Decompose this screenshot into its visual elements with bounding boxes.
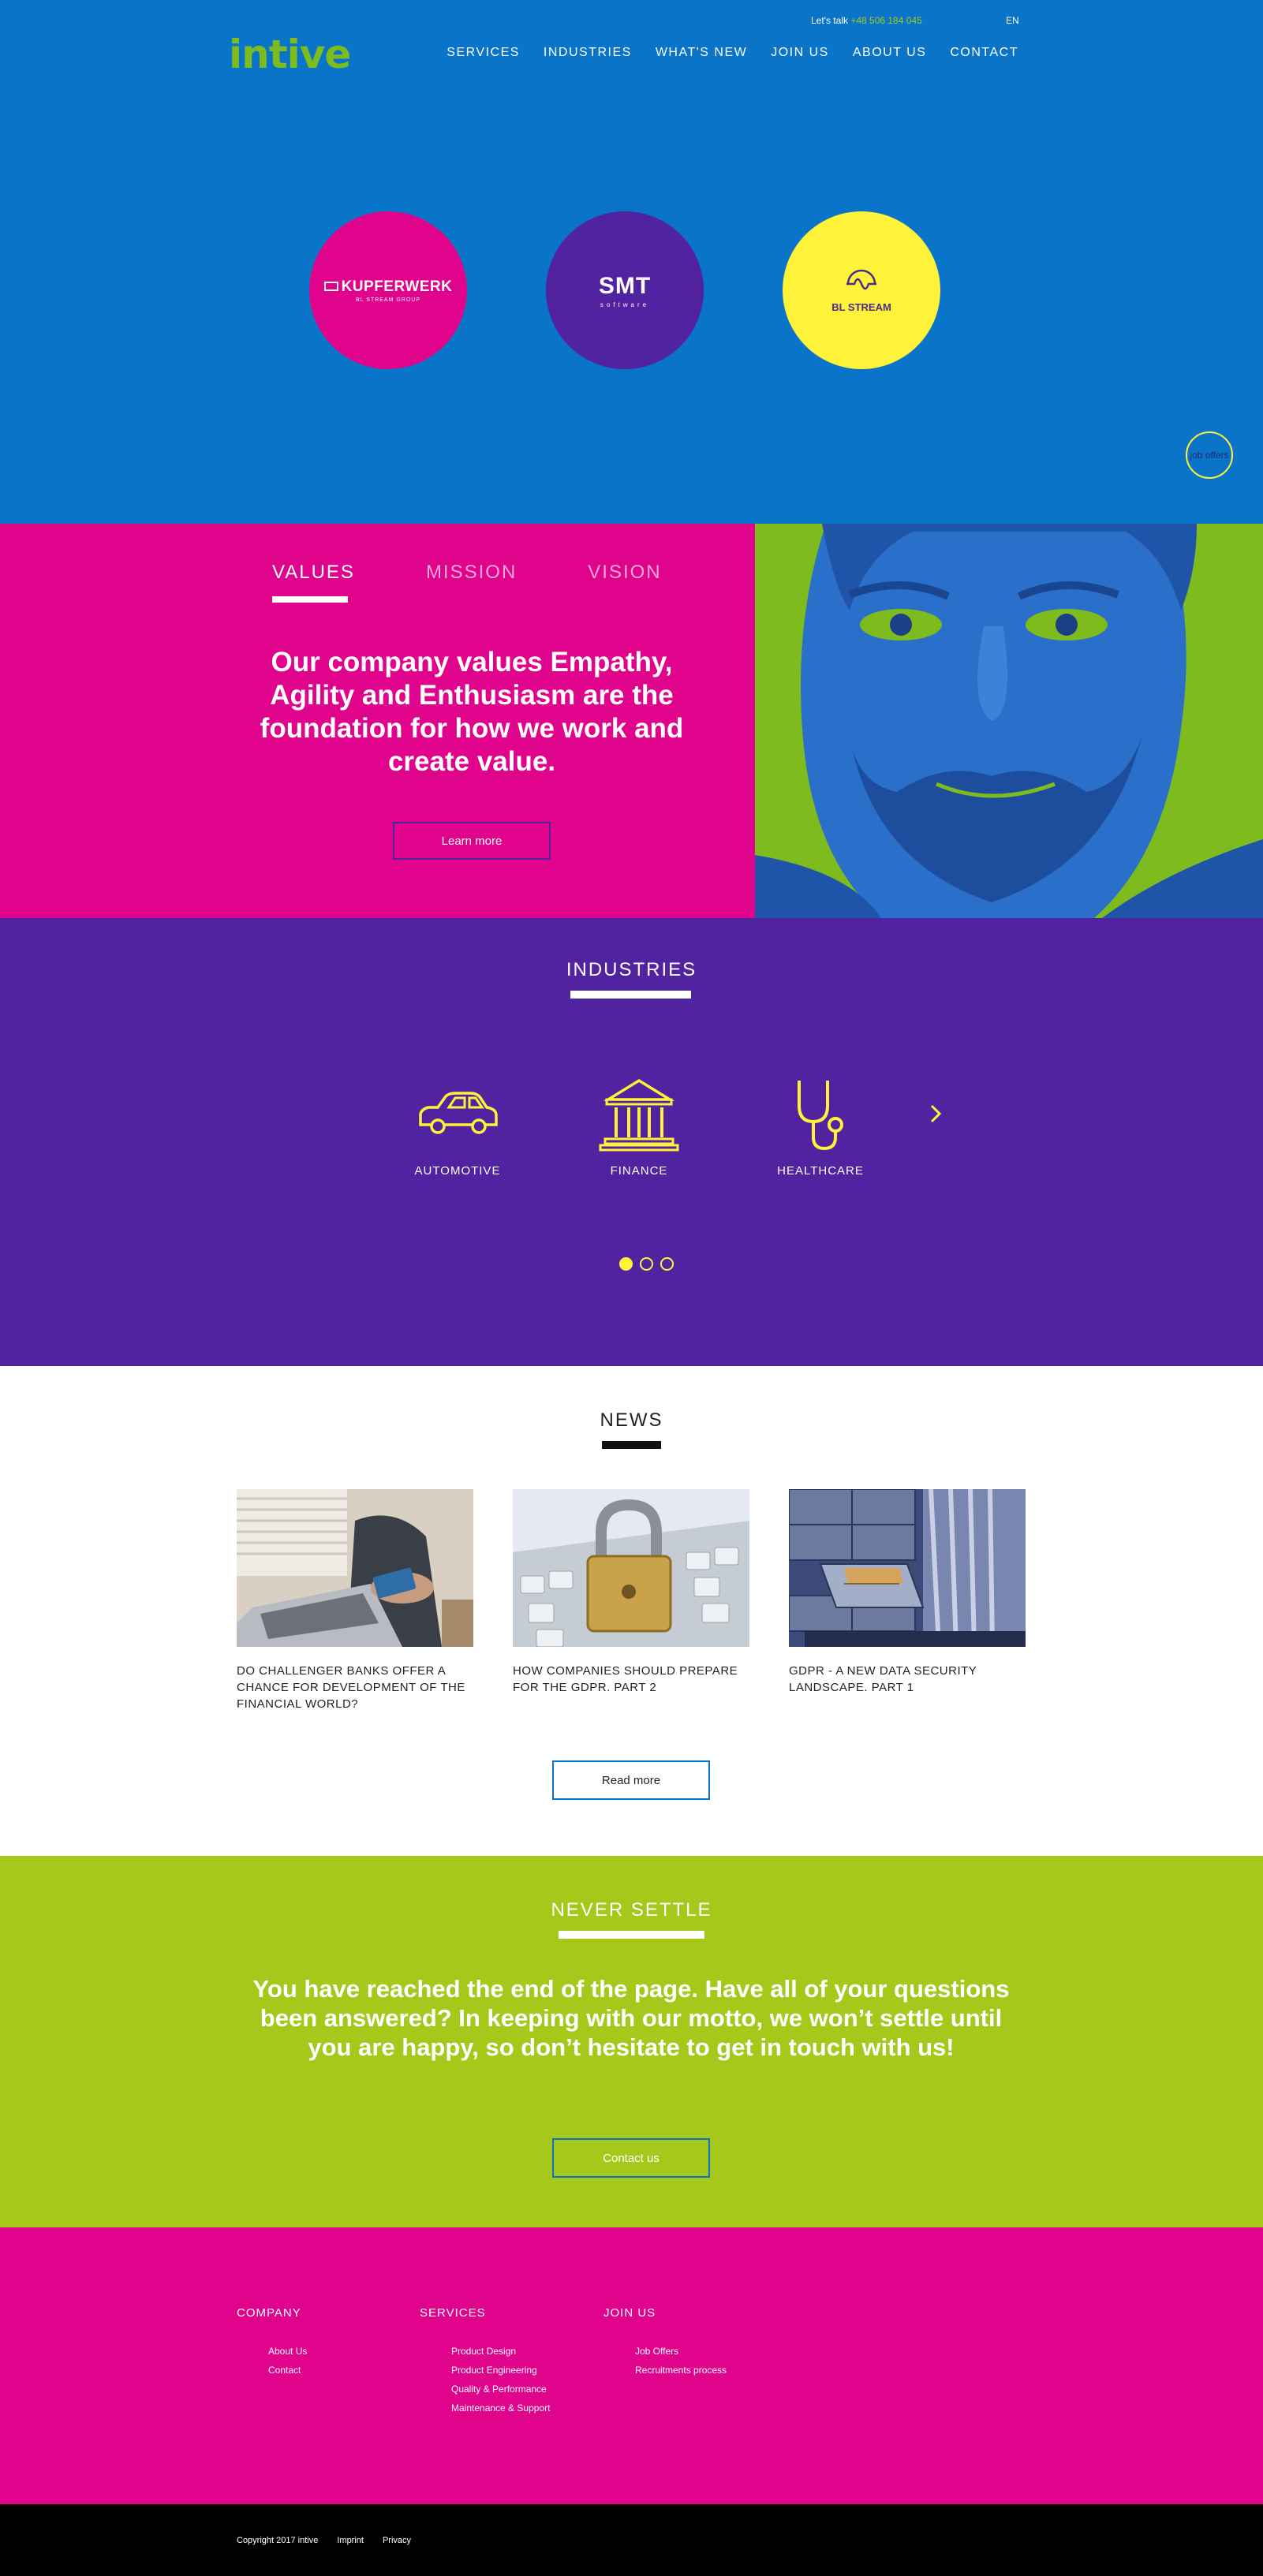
nav-join-us[interactable]: JOIN US	[771, 46, 829, 60]
bank-icon	[599, 1078, 679, 1152]
footer-heading: SERVICES	[420, 2306, 486, 2320]
industry-label: FINANCE	[610, 1164, 668, 1178]
industries-carousel: AUTOMOTIVE FINANCE HEALTHCARE	[398, 1076, 880, 1178]
news-title-link[interactable]: HOW COMPANIES SHOULD PREPARE FOR THE GDP…	[513, 1663, 749, 1696]
stethoscope-icon	[798, 1081, 843, 1151]
news-title: NEWS	[600, 1409, 663, 1431]
tab-values[interactable]: VALUES	[272, 562, 355, 584]
footer-column-company: COMPANY About Us Contact	[237, 2306, 307, 2380]
phone-link[interactable]: +48 506 184 045	[850, 15, 921, 26]
chevron-right-icon[interactable]	[927, 1098, 944, 1129]
bl-stream-logo-icon	[846, 269, 876, 289]
footer-link[interactable]: Quality & Performance	[451, 2380, 550, 2399]
contact-bar: Let's talk +48 506 184 045	[811, 15, 922, 26]
tab-mission[interactable]: MISSION	[426, 562, 517, 584]
carousel-pagination	[619, 1257, 674, 1271]
values-tabs: VALUES MISSION VISION	[272, 562, 662, 584]
nav-contact[interactable]: CONTACT	[950, 46, 1018, 60]
brand-smt[interactable]: SMT software	[546, 211, 704, 369]
values-panel: VALUES MISSION VISION Our company values…	[0, 524, 755, 918]
pagination-dot[interactable]	[660, 1257, 674, 1271]
footer-link[interactable]: Maintenance & Support	[451, 2399, 550, 2417]
news-list: DO CHALLENGER BANKS OFFER A CHANCE FOR D…	[237, 1489, 1026, 1712]
imprint-link[interactable]: Imprint	[337, 2536, 364, 2545]
title-underline	[559, 1931, 704, 1939]
industry-label: HEALTHCARE	[777, 1164, 864, 1178]
news-image-laptop-card[interactable]	[237, 1489, 473, 1647]
footer-link[interactable]: Recruitments process	[635, 2361, 727, 2380]
nav-industries[interactable]: INDUSTRIES	[544, 46, 632, 60]
brand-name: KUPFERWERK	[341, 278, 453, 295]
never-settle-message: You have reached the end of the page. Ha…	[252, 1975, 1010, 2061]
never-settle-title: NEVER SETTLE	[551, 1899, 712, 1921]
footer: COMPANY About Us Contact SERVICES Produc…	[0, 2227, 1263, 2504]
news-title-link[interactable]: DO CHALLENGER BANKS OFFER A CHANCE FOR D…	[237, 1663, 473, 1712]
news-section: NEWS DO CHALLENGER BANKS OFFER A CHANCE …	[0, 1366, 1263, 1856]
nav-about-us[interactable]: ABOUT US	[853, 46, 927, 60]
footer-column-join-us: JOIN US Job Offers Recruitments process	[603, 2306, 727, 2380]
privacy-link[interactable]: Privacy	[383, 2536, 411, 2545]
footer-column-services: SERVICES Product Design Product Engineer…	[420, 2306, 550, 2417]
portrait-image	[755, 524, 1263, 918]
intive-logo[interactable]: intive	[229, 32, 351, 77]
industry-finance[interactable]: FINANCE	[580, 1076, 698, 1178]
job-offers-badge[interactable]: job offers	[1186, 431, 1233, 479]
industry-label: AUTOMOTIVE	[414, 1164, 501, 1178]
footer-heading: JOIN US	[603, 2306, 656, 2320]
industries-title: INDUSTRIES	[566, 959, 697, 980]
footer-link[interactable]: Job Offers	[635, 2342, 727, 2361]
lets-talk-label: Let's talk	[811, 15, 848, 26]
footer-link[interactable]: Product Design	[451, 2342, 550, 2361]
brand-kupferwerk[interactable]: KUPFERWERK BL STREAM GROUP	[309, 211, 467, 369]
footer-heading: COMPANY	[237, 2306, 301, 2320]
footer-link[interactable]: Contact	[268, 2361, 307, 2380]
tab-vision[interactable]: VISION	[588, 562, 661, 584]
news-image-file-cabinets[interactable]	[789, 1489, 1026, 1647]
never-settle-section: NEVER SETTLE You have reached the end of…	[0, 1856, 1263, 2227]
kupferwerk-logo-icon	[323, 282, 338, 292]
read-more-button[interactable]: Read more	[552, 1760, 710, 1800]
title-underline	[602, 1441, 661, 1449]
nav-services[interactable]: SERVICES	[447, 46, 520, 60]
hero-section: intive Let's talk +48 506 184 045 EN SER…	[0, 0, 1263, 524]
learn-more-button[interactable]: Learn more	[393, 822, 551, 860]
footer-link[interactable]: Product Engineering	[451, 2361, 550, 2380]
news-title-link[interactable]: GDPR - A NEW DATA SECURITY LANDSCAPE. PA…	[789, 1663, 1026, 1696]
bearded-man-photo	[755, 524, 1263, 918]
news-card[interactable]: DO CHALLENGER BANKS OFFER A CHANCE FOR D…	[237, 1489, 473, 1712]
brand-bl-stream[interactable]: BL STREAM	[783, 211, 940, 369]
contact-us-button[interactable]: Contact us	[552, 2138, 710, 2178]
pagination-dot[interactable]	[640, 1257, 653, 1271]
brand-sub: software	[600, 301, 650, 308]
brand-name: SMT	[598, 272, 652, 299]
language-switch[interactable]: EN	[1006, 15, 1019, 26]
brand-sub: BL STREAM GROUP	[355, 297, 421, 303]
news-image-padlock-keyboard[interactable]	[513, 1489, 749, 1647]
news-card[interactable]: GDPR - A NEW DATA SECURITY LANDSCAPE. PA…	[789, 1489, 1026, 1712]
industry-healthcare[interactable]: HEALTHCARE	[761, 1076, 880, 1178]
car-icon	[419, 1092, 498, 1134]
news-card[interactable]: HOW COMPANIES SHOULD PREPARE FOR THE GDP…	[513, 1489, 749, 1712]
industry-automotive[interactable]: AUTOMOTIVE	[398, 1076, 517, 1178]
values-statement: Our company values Empathy, Agility and …	[260, 647, 684, 777]
values-section: VALUES MISSION VISION Our company values…	[0, 524, 1263, 918]
nav-whats-new[interactable]: WHAT'S NEW	[656, 46, 747, 60]
brand-circles: KUPFERWERK BL STREAM GROUP SMT software …	[309, 211, 940, 369]
title-underline	[570, 991, 691, 999]
footer-link[interactable]: About Us	[268, 2342, 307, 2361]
main-nav: SERVICES INDUSTRIES WHAT'S NEW JOIN US A…	[447, 46, 1018, 60]
pagination-dot[interactable]	[619, 1257, 633, 1271]
bottom-bar: Copyright 2017 intive Imprint Privacy	[0, 2504, 1263, 2576]
copyright: Copyright 2017 intive	[237, 2536, 319, 2545]
brand-name: BL STREAM	[831, 301, 891, 313]
active-tab-indicator	[272, 596, 348, 603]
industries-section: INDUSTRIES AUTOMOTIVE FINANCE HEALTHCARE	[0, 918, 1263, 1366]
